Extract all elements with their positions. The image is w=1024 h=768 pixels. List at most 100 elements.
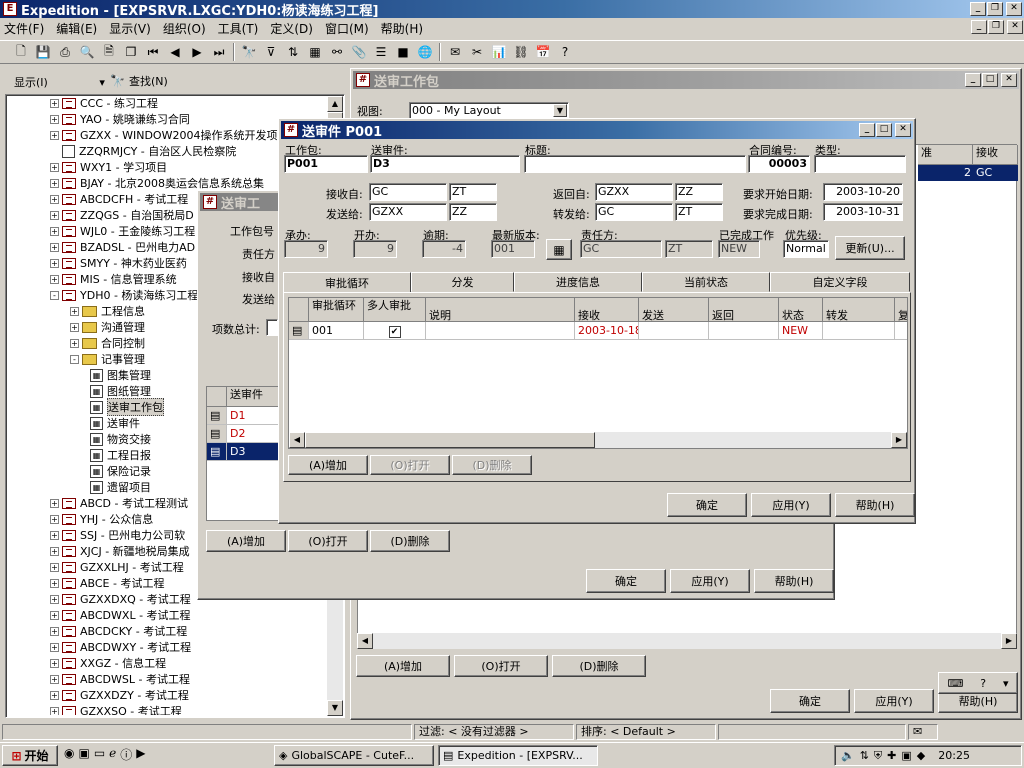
expand-icon[interactable]: + <box>50 498 59 508</box>
network-icon[interactable]: ⛓ <box>510 42 532 62</box>
cell-return[interactable] <box>709 322 779 340</box>
dialog-apply-button[interactable]: 应用(Y) <box>751 493 831 517</box>
minimize-icon[interactable]: _ <box>970 2 986 16</box>
tree-node[interactable]: + CCC - 练习工程 <box>50 95 158 111</box>
preview-icon[interactable]: 🔍 <box>76 42 98 62</box>
expand-icon[interactable]: + <box>50 242 59 252</box>
header-receive[interactable]: 接收 <box>575 298 639 322</box>
mid-help-button[interactable]: 帮助(H) <box>754 569 834 593</box>
tree-node[interactable]: + 工程信息 <box>70 303 145 319</box>
forward-to-field[interactable]: GC <box>595 203 673 221</box>
expand-icon[interactable]: + <box>50 578 59 588</box>
scroll-up-icon[interactable]: ▲ <box>327 96 343 112</box>
dialog-maximize-icon[interactable]: □ <box>876 123 892 137</box>
find-button[interactable]: 🔭 查找(N) <box>110 73 168 89</box>
expand-icon[interactable]: + <box>50 178 59 188</box>
collapse-icon[interactable]: - <box>50 290 59 300</box>
explorer-icon[interactable]: ▣ <box>78 746 89 763</box>
header-extra[interactable]: 复 <box>895 298 907 322</box>
tree-node[interactable]: + 沟通管理 <box>70 319 145 335</box>
bg-close-icon[interactable]: ✕ <box>1001 73 1017 87</box>
req-finish-field[interactable]: 2003-10-31 <box>823 203 903 221</box>
bg-maximize-icon[interactable]: □ <box>982 73 998 87</box>
mid-open-button[interactable]: (O)打开 <box>288 530 368 552</box>
expand-icon[interactable]: + <box>50 194 59 204</box>
mid-delete-button[interactable]: (D)删除 <box>370 530 450 552</box>
tree-node[interactable]: + SSJ - 巴州电力公司软 <box>50 527 185 543</box>
cell-status[interactable]: NEW <box>779 322 823 340</box>
cell-multi[interactable]: ✔ <box>364 322 426 340</box>
dialog-help-button[interactable]: 帮助(H) <box>835 493 915 517</box>
tree-node[interactable]: + ABCDCKY - 考试工程 <box>50 623 187 639</box>
expand-icon[interactable]: + <box>50 98 59 108</box>
globe-icon[interactable]: 🌐 <box>414 42 436 62</box>
tree-node[interactable]: + MIS - 信息管理系统 <box>50 271 177 287</box>
bg-grid-row-selected[interactable]: 2 GC <box>918 165 1018 181</box>
tree-node[interactable]: ▦ 图纸管理 <box>90 383 151 399</box>
menu-view[interactable]: 显示(V) <box>109 20 151 37</box>
mdi-restore-icon[interactable]: ❐ <box>988 20 1004 34</box>
mid-add-button[interactable]: (A)增加 <box>206 530 286 552</box>
shield-icon[interactable]: ⛨ <box>874 749 882 763</box>
approval-grid[interactable]: 审批循环 多人审批 说明 接收 发送 返回 状态 转发 复 ▤ 001 ✔ 20… <box>288 297 908 449</box>
tree-node[interactable]: + YAO - 姚晓谦练习合同 <box>50 111 190 127</box>
expand-icon[interactable]: + <box>50 258 59 268</box>
tree-node[interactable]: + WXY1 - 学习项目 <box>50 159 167 175</box>
package-field[interactable]: P001 <box>284 155 368 173</box>
expand-icon[interactable]: + <box>70 322 79 332</box>
approval-open-button[interactable]: (O)打开 <box>370 455 450 475</box>
menu-define[interactable]: 定义(D) <box>270 20 313 37</box>
help-icon[interactable]: ? <box>980 677 986 690</box>
header-desc[interactable]: 说明 <box>426 298 575 322</box>
tree-node[interactable]: ▦ 遗留项目 <box>90 479 151 495</box>
recv-from-field-2[interactable]: ZT <box>449 183 497 201</box>
header-return[interactable]: 返回 <box>709 298 779 322</box>
next-icon[interactable]: ▶ <box>186 42 208 62</box>
tray-app2-icon[interactable]: ◆ <box>917 749 925 762</box>
expand-icon[interactable]: + <box>50 210 59 220</box>
version-grid-button[interactable]: ▦ <box>546 239 572 260</box>
cell-desc[interactable] <box>426 322 575 340</box>
grid-header-receive[interactable]: 接收 <box>973 145 1018 165</box>
req-start-field[interactable]: 2003-10-20 <box>823 183 903 201</box>
chevron-down-icon[interactable]: ▾ <box>1003 677 1009 690</box>
tree-node[interactable]: + ABCDWXY - 考试工程 <box>50 639 191 655</box>
tab-distribution[interactable]: 分发 <box>411 272 514 292</box>
expand-icon[interactable]: + <box>50 562 59 572</box>
tree-node[interactable]: + XJCJ - 新疆地税局集成 <box>50 543 190 559</box>
scroll-right-icon[interactable]: ▶ <box>891 432 907 448</box>
calendar-icon[interactable]: 📅 <box>532 42 554 62</box>
info-icon[interactable]: ⓘ <box>120 746 132 763</box>
tree-node[interactable]: - YDH0 - 杨读海练习工程 <box>50 287 198 303</box>
multi-checkbox[interactable]: ✔ <box>388 326 401 338</box>
expand-icon[interactable]: + <box>50 706 59 715</box>
update-button[interactable]: 更新(U)... <box>835 236 905 260</box>
tab-progress[interactable]: 进度信息 <box>514 272 642 292</box>
scroll-right-icon[interactable]: ▶ <box>1001 633 1017 649</box>
mid-ok-button[interactable]: 确定 <box>586 569 666 593</box>
sort-icon[interactable]: ⇅ <box>282 42 304 62</box>
task-cuteftp[interactable]: ◈ GlobalSCAPE - CuteF... <box>274 745 434 766</box>
page-icon[interactable]: 🗎 <box>98 42 120 62</box>
priority-field[interactable]: Normal <box>783 240 829 258</box>
tree-node[interactable]: ▦ 送审工作包 <box>90 398 164 416</box>
recv-from-field[interactable]: GC <box>369 183 447 201</box>
expand-icon[interactable]: + <box>50 546 59 556</box>
document-icon[interactable]: ▤ <box>207 425 227 443</box>
dialog-close-icon[interactable]: ✕ <box>895 123 911 137</box>
scroll-thumb[interactable] <box>305 432 595 448</box>
tree-node[interactable]: + GZXXLHJ - 考试工程 <box>50 559 184 575</box>
bg-ok-button[interactable]: 确定 <box>770 689 850 713</box>
tree-node[interactable]: + YHJ - 公众信息 <box>50 511 153 527</box>
list-icon[interactable]: ☰ <box>370 42 392 62</box>
menu-organize[interactable]: 组织(O) <box>163 20 206 37</box>
scroll-down-icon[interactable]: ▼ <box>327 700 343 716</box>
tools-icon[interactable]: ✂ <box>466 42 488 62</box>
chart-icon[interactable]: 📊 <box>488 42 510 62</box>
tree-node[interactable]: + ABCDCFH - 考试工程 <box>50 191 188 207</box>
header-cycle[interactable]: 审批循环 <box>309 298 364 322</box>
menu-file[interactable]: 文件(F) <box>4 20 44 37</box>
last-icon[interactable]: ⏭ <box>208 42 230 62</box>
grid-header-partial[interactable]: 准 <box>918 145 973 165</box>
tree-node[interactable]: ▦ 保险记录 <box>90 463 151 479</box>
